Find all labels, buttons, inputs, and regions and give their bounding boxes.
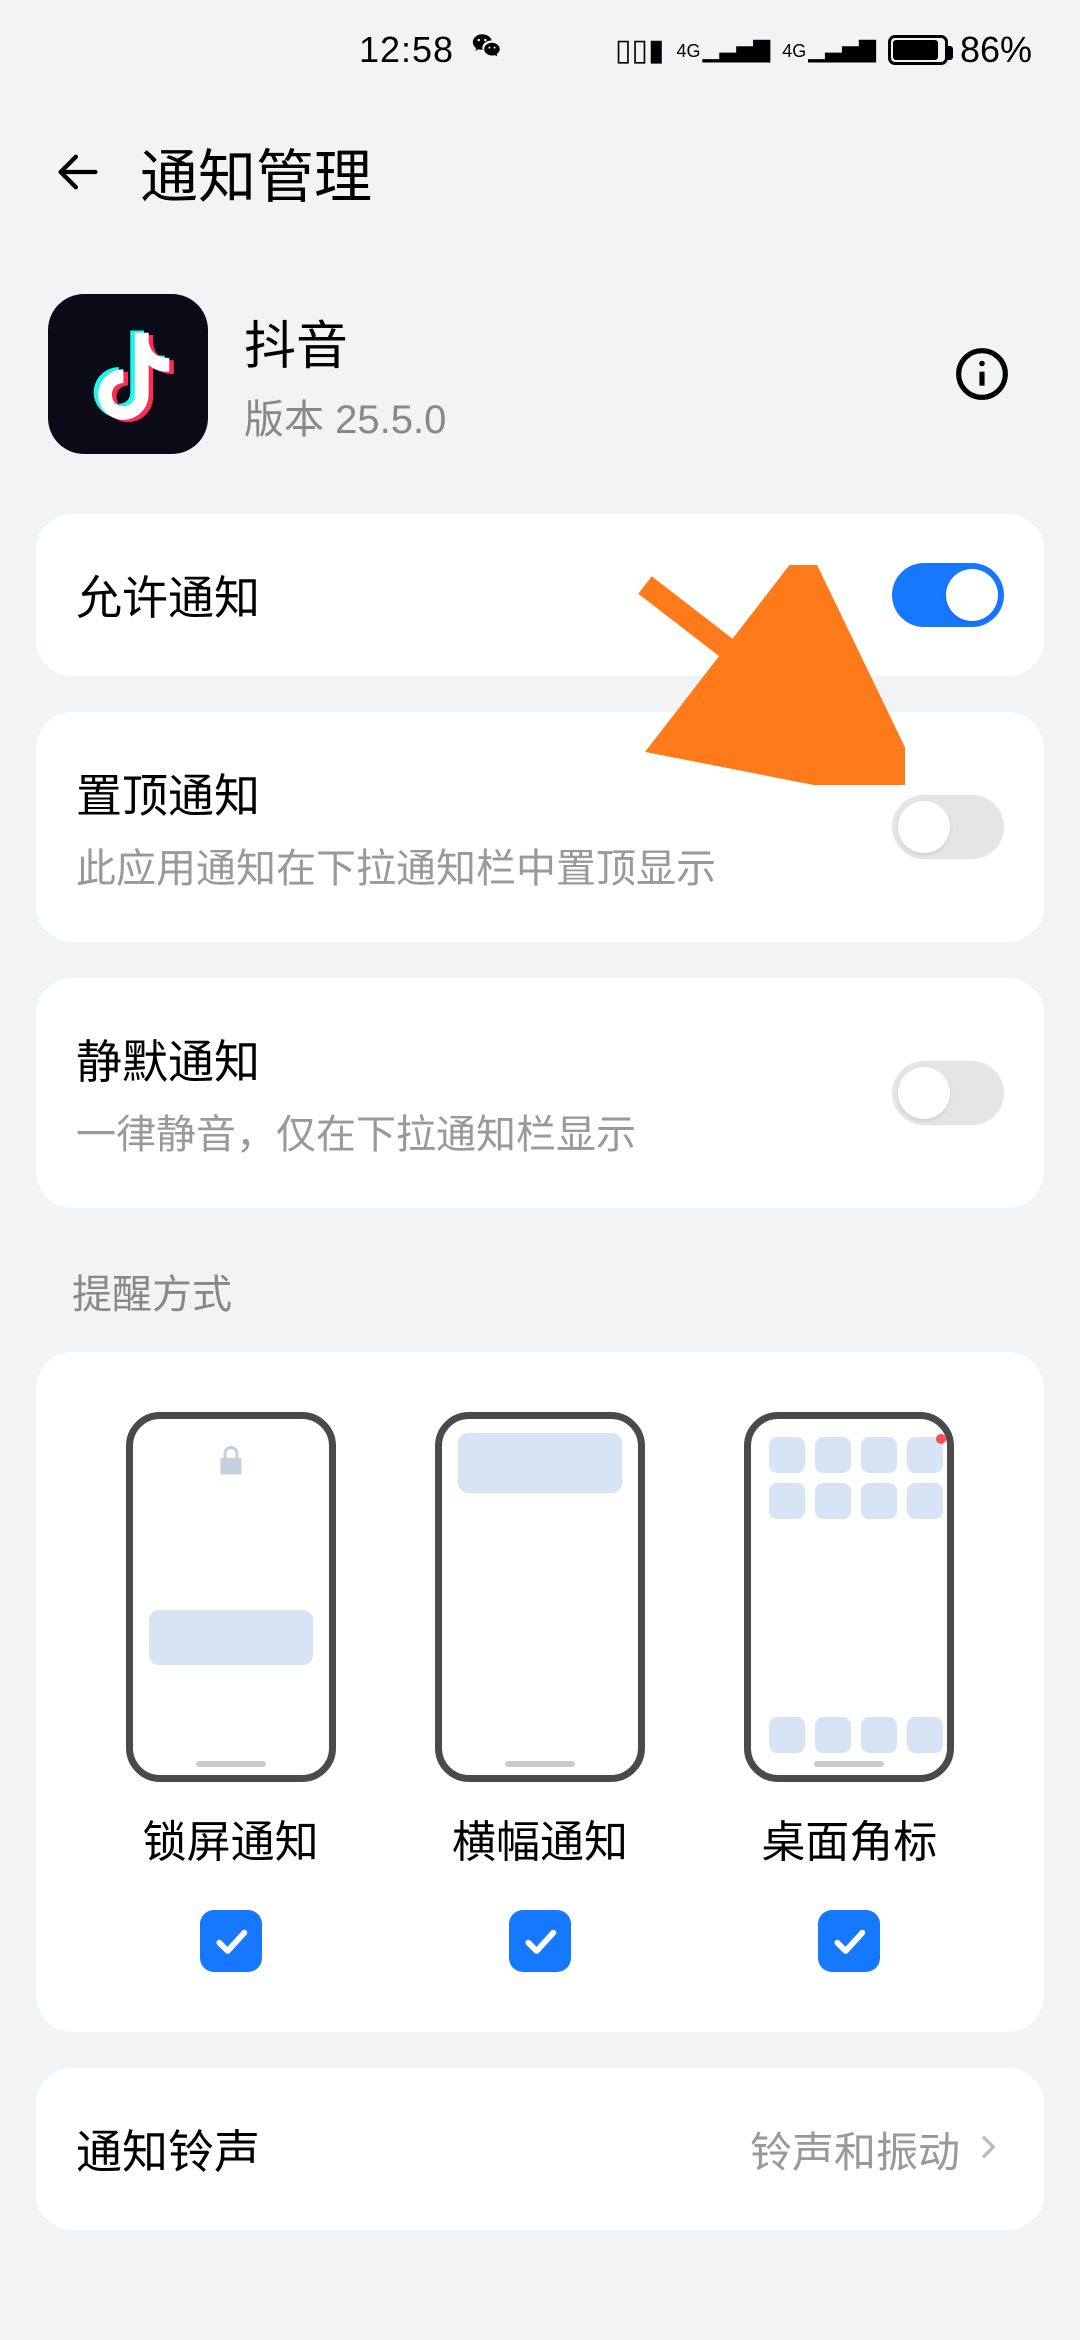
banner-mock-icon xyxy=(435,1412,645,1782)
chevron-right-icon xyxy=(972,2125,1004,2173)
pin-notifications-row[interactable]: 置顶通知 此应用通知在下拉通知栏中置顶显示 xyxy=(36,712,1044,942)
banner-checkbox[interactable] xyxy=(509,1910,571,1972)
page-title: 通知管理 xyxy=(140,130,372,214)
vibrate-icon: ▯▯▮ xyxy=(615,33,665,68)
ringtone-value: 铃声和振动 xyxy=(750,2119,960,2180)
silent-toggle[interactable] xyxy=(892,1061,1004,1125)
banner-label: 横幅通知 xyxy=(452,1806,628,1870)
page-header: 通知管理 xyxy=(0,100,1080,254)
battery-percent: 86% xyxy=(960,29,1032,71)
pin-toggle[interactable] xyxy=(892,795,1004,859)
signal-2-icon: 4G▁▃▅▇ xyxy=(782,37,876,63)
badge-style-item[interactable]: 桌面角标 xyxy=(709,1412,989,1972)
lockscreen-style-item[interactable]: 锁屏通知 xyxy=(91,1412,371,1972)
silent-notifications-card: 静默通知 一律静音，仅在下拉通知栏显示 xyxy=(36,978,1044,1208)
signal-1-icon: 4G▁▃▅▇ xyxy=(677,37,771,63)
app-name: 抖音 xyxy=(244,304,916,379)
ringtone-card: 通知铃声 铃声和振动 xyxy=(36,2068,1044,2230)
app-version: 版本 25.5.0 xyxy=(244,387,916,445)
ringtone-row[interactable]: 通知铃声 铃声和振动 xyxy=(36,2068,1044,2230)
allow-toggle[interactable] xyxy=(892,563,1004,627)
status-bar: 12:58 ▯▯▮ 4G▁▃▅▇ 4G▁▃▅▇ 86% xyxy=(0,0,1080,100)
silent-title: 静默通知 xyxy=(76,1026,892,1092)
lockscreen-label: 锁屏通知 xyxy=(143,1806,319,1870)
silent-notifications-row[interactable]: 静默通知 一律静音，仅在下拉通知栏显示 xyxy=(36,978,1044,1208)
allow-notifications-card: 允许通知 xyxy=(36,514,1044,676)
badge-label: 桌面角标 xyxy=(761,1806,937,1870)
status-time: 12:58 xyxy=(359,29,454,71)
back-button[interactable] xyxy=(48,142,108,202)
pin-title: 置顶通知 xyxy=(76,760,892,826)
allow-notifications-row[interactable]: 允许通知 xyxy=(36,514,1044,676)
battery-icon xyxy=(888,35,948,65)
notification-styles-card: 锁屏通知 横幅通知 xyxy=(36,1352,1044,2032)
lockscreen-checkbox[interactable] xyxy=(200,1910,262,1972)
banner-style-item[interactable]: 横幅通知 xyxy=(400,1412,680,1972)
app-header: 抖音 版本 25.5.0 xyxy=(0,254,1080,514)
reminder-section-label: 提醒方式 xyxy=(0,1244,1080,1352)
silent-sub: 一律静音，仅在下拉通知栏显示 xyxy=(76,1102,892,1160)
pin-notifications-card: 置顶通知 此应用通知在下拉通知栏中置顶显示 xyxy=(36,712,1044,942)
app-icon xyxy=(48,294,208,454)
ringtone-title: 通知铃声 xyxy=(76,2116,750,2182)
badge-checkbox[interactable] xyxy=(818,1910,880,1972)
wechat-icon xyxy=(470,30,504,71)
info-button[interactable] xyxy=(952,344,1012,404)
allow-title: 允许通知 xyxy=(76,562,892,628)
badge-mock-icon xyxy=(744,1412,954,1782)
pin-sub: 此应用通知在下拉通知栏中置顶显示 xyxy=(76,836,892,894)
lockscreen-mock-icon xyxy=(126,1412,336,1782)
